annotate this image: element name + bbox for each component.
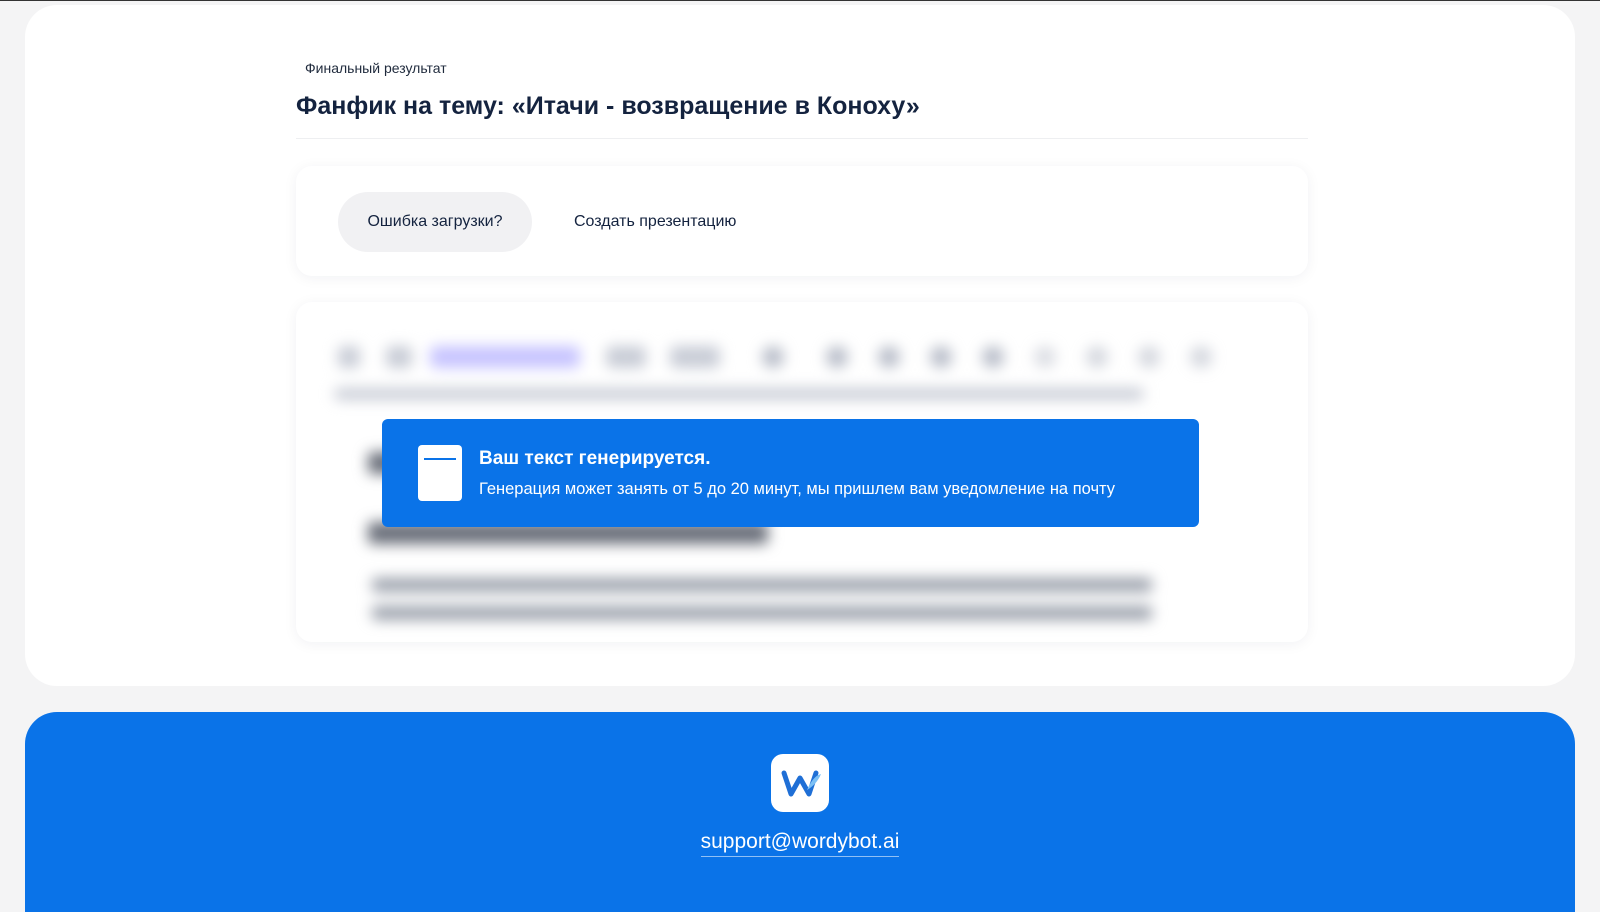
result-panel: Финальный результат Фанфик на тему: «Ита… (25, 5, 1575, 686)
editor-ruler (334, 388, 1144, 400)
support-email-link[interactable]: support@wordybot.ai (700, 830, 900, 857)
notice-text: Генерация может занять от 5 до 20 минут,… (479, 480, 1116, 498)
actions-bar: Ошибка загрузки? Создать презентацию (296, 166, 1308, 276)
create-presentation-button[interactable]: Создать презентацию (566, 192, 744, 252)
site-footer: support@wordybot.ai (25, 712, 1575, 912)
title-divider (296, 138, 1308, 139)
editor-toolbar (330, 340, 1270, 376)
generation-notice: Ваш текст генерируется. Генерация может … (382, 419, 1199, 527)
page-title: Фанфик на тему: «Итачи - возвращение в К… (296, 92, 920, 120)
result-subtitle: Финальный результат (305, 60, 447, 76)
document-editor-preview: Ваш текст генерируется. Генерация может … (296, 302, 1308, 642)
support-email: support@wordybot.ai (25, 830, 1575, 857)
notepad-icon (418, 445, 462, 501)
top-border (0, 0, 1600, 1)
wordybot-logo-icon[interactable] (771, 754, 829, 812)
load-error-button[interactable]: Ошибка загрузки? (338, 192, 532, 252)
notice-title: Ваш текст генерируется. (479, 448, 711, 469)
